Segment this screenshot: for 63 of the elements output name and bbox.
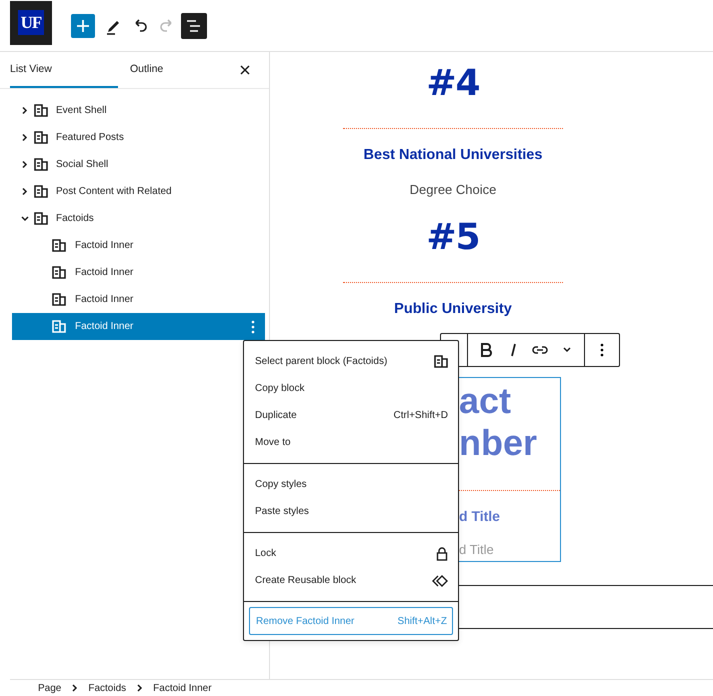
close-icon	[239, 64, 251, 76]
more-options-icon	[251, 320, 255, 334]
chevron-right-icon	[71, 684, 78, 692]
factoid-number: act nber	[459, 380, 538, 464]
breadcrumb-link[interactable]: Factoids	[88, 682, 126, 694]
diamond-icon	[432, 574, 448, 586]
italic-icon	[508, 343, 516, 357]
more-options-icon	[600, 343, 604, 357]
breadcrumb-link[interactable]: Factoid Inner	[153, 682, 212, 694]
block-icon	[52, 320, 66, 333]
menu-item[interactable]: Paste styles	[244, 498, 458, 525]
lock-icon	[436, 546, 448, 561]
block-icon	[34, 212, 48, 225]
factoid-title: Best National Universities	[364, 146, 542, 164]
tree-item[interactable]: Featured Posts	[12, 124, 265, 151]
logo-text: UF	[18, 10, 44, 35]
chevron-right-icon	[20, 160, 30, 169]
menu-item[interactable]: Duplicate Ctrl+Shift+D	[244, 402, 458, 429]
menu-item[interactable]: Select parent block (Factoids)	[244, 348, 458, 375]
block-icon	[34, 185, 48, 198]
block-icon	[52, 239, 66, 252]
tree-item[interactable]: Factoid Inner	[12, 259, 265, 286]
factoid-subtitle: Degree Choice	[410, 182, 496, 198]
tree-item[interactable]: Social Shell	[12, 151, 265, 178]
factoid-title: d Title	[459, 508, 501, 524]
menu-item[interactable]: Remove Factoid Inner Shift+Alt+Z	[249, 607, 453, 635]
menu-item[interactable]: Lock	[244, 540, 458, 567]
menu-item[interactable]: Create Reusable block	[244, 567, 458, 594]
sidebar-tab[interactable]: Outline	[118, 52, 233, 88]
chevron-right-icon	[20, 106, 30, 115]
sidebar-tab[interactable]: List View	[10, 52, 118, 88]
chevron-right-icon	[136, 684, 144, 692]
block-icon	[34, 104, 48, 117]
logo[interactable]: UF	[10, 0, 52, 44]
block-icon	[52, 266, 66, 279]
tree-item[interactable]: Event Shell	[12, 97, 265, 124]
tree-item[interactable]: Factoids	[12, 205, 265, 232]
ranking-number: #5	[426, 220, 480, 256]
tree-item[interactable]: Factoid Inner	[12, 232, 265, 259]
block-icon	[34, 158, 48, 171]
menu-item[interactable]: Copy block	[244, 375, 458, 402]
bold-icon	[480, 343, 492, 357]
tree-item[interactable]: Post Content with Related	[12, 178, 265, 205]
add-block-button[interactable]	[71, 14, 95, 38]
block-icon	[52, 293, 66, 306]
chevron-right-icon	[20, 187, 30, 196]
factoid-title: Public University	[394, 300, 512, 318]
menu-item[interactable]: Move to	[244, 429, 458, 456]
breadcrumb-link[interactable]: Page	[38, 682, 62, 694]
chevron-right-icon	[20, 133, 30, 142]
tree-item[interactable]: Factoid Inner	[12, 313, 265, 340]
chevron-down-icon	[562, 346, 572, 354]
tree-item[interactable]: Factoid Inner	[12, 286, 265, 313]
shortcut-text: Ctrl+Shift+D	[394, 410, 448, 421]
list-view-button[interactable]	[181, 12, 207, 38]
chevron-down-icon	[20, 214, 30, 223]
block-icon	[434, 355, 448, 368]
ranking-number: #4	[426, 66, 480, 102]
link-icon	[532, 345, 548, 355]
block-icon	[34, 131, 48, 144]
shortcut-text: Shift+Alt+Z	[398, 616, 447, 626]
menu-item[interactable]: Copy styles	[244, 471, 458, 498]
factoid-subtitle: d Title	[459, 542, 495, 557]
